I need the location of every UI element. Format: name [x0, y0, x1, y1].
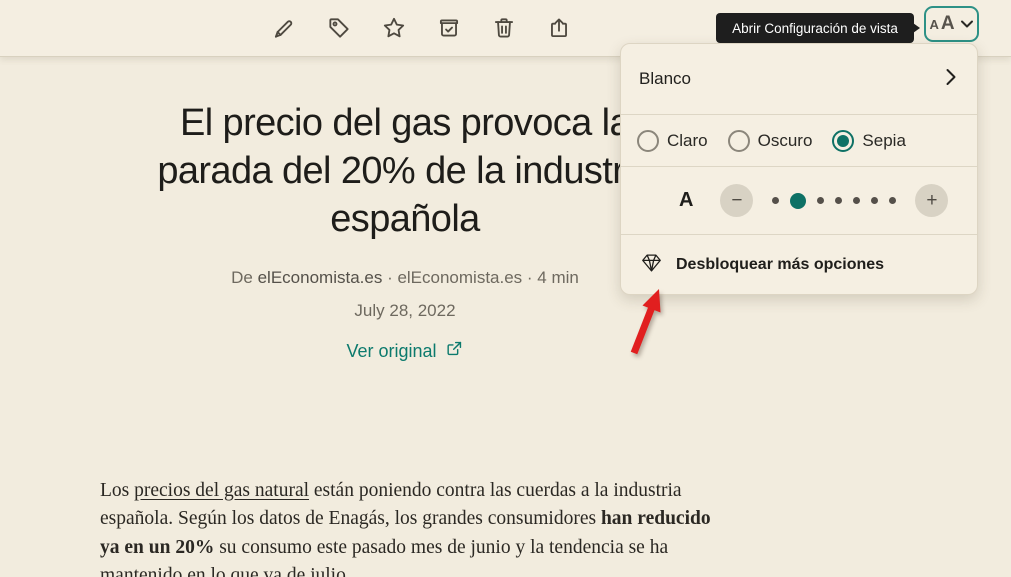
- byline-meta: · elEconomista.es · 4 min: [387, 268, 579, 287]
- view-settings-panel: Blanco Claro Oscuro Sepia A − + Desbloquea…: [620, 43, 978, 295]
- view-original-link[interactable]: Ver original: [346, 339, 463, 363]
- trash-icon[interactable]: [490, 14, 518, 42]
- view-settings-label-small: A: [929, 17, 938, 32]
- theme-option-oscuro[interactable]: Oscuro: [728, 130, 813, 152]
- view-original-wrapper: Ver original: [55, 339, 755, 363]
- view-settings-button[interactable]: A A: [924, 6, 979, 42]
- font-size-step-dot[interactable]: [772, 197, 779, 204]
- theme-option-label: Claro: [667, 131, 708, 151]
- archive-icon[interactable]: [435, 14, 463, 42]
- view-settings-label-big: A: [941, 13, 955, 35]
- font-size-step-dot[interactable]: [835, 197, 842, 204]
- radio-icon[interactable]: [832, 130, 854, 152]
- theme-option-label: Sepia: [862, 131, 905, 151]
- unlock-options-row[interactable]: Desbloquear más opciones: [621, 234, 977, 295]
- radio-icon[interactable]: [728, 130, 750, 152]
- font-size-steps[interactable]: [772, 193, 896, 209]
- star-icon[interactable]: [380, 14, 408, 42]
- font-size-step-dot[interactable]: [853, 197, 860, 204]
- byline-prefix: De: [231, 268, 253, 287]
- view-original-label: Ver original: [346, 341, 436, 362]
- toolbar-icon-group: [270, 0, 573, 56]
- font-size-increase-button[interactable]: +: [915, 184, 948, 217]
- font-size-step-dot[interactable]: [889, 197, 896, 204]
- body-inline-link[interactable]: precios del gas natural: [134, 480, 309, 501]
- chevron-down-icon: [960, 17, 974, 32]
- highlighter-icon[interactable]: [270, 14, 298, 42]
- view-settings-tooltip: Abrir Configuración de vista: [716, 13, 914, 43]
- font-size-row: A − +: [621, 166, 977, 234]
- font-size-step-dot[interactable]: [817, 197, 824, 204]
- gem-icon: [641, 253, 662, 278]
- share-icon[interactable]: [545, 14, 573, 42]
- font-size-decrease-button[interactable]: −: [720, 184, 753, 217]
- theme-option-label: Oscuro: [758, 131, 813, 151]
- font-size-step-dot[interactable]: [790, 193, 806, 209]
- chevron-right-icon: [945, 68, 957, 91]
- article-date: July 28, 2022: [55, 301, 755, 321]
- article-body-paragraph: Los precios del gas natural están ponien…: [100, 477, 732, 577]
- font-size-letter: A: [679, 189, 693, 212]
- external-link-icon: [445, 339, 464, 363]
- reader-view-screen: El precio del gas provoca la parada del …: [0, 0, 1011, 577]
- theme-option-claro[interactable]: Claro: [637, 130, 708, 152]
- radio-icon[interactable]: [637, 130, 659, 152]
- body-text-segment: Los: [100, 480, 134, 501]
- byline-author: elEconomista.es: [258, 268, 383, 287]
- font-size-step-dot[interactable]: [871, 197, 878, 204]
- font-selector-row[interactable]: Blanco: [621, 44, 977, 114]
- unlock-options-label: Desbloquear más opciones: [676, 256, 884, 274]
- theme-selector-row: Claro Oscuro Sepia: [621, 114, 977, 166]
- theme-option-sepia[interactable]: Sepia: [832, 130, 905, 152]
- tag-icon[interactable]: [325, 14, 353, 42]
- font-selector-label: Blanco: [639, 69, 691, 89]
